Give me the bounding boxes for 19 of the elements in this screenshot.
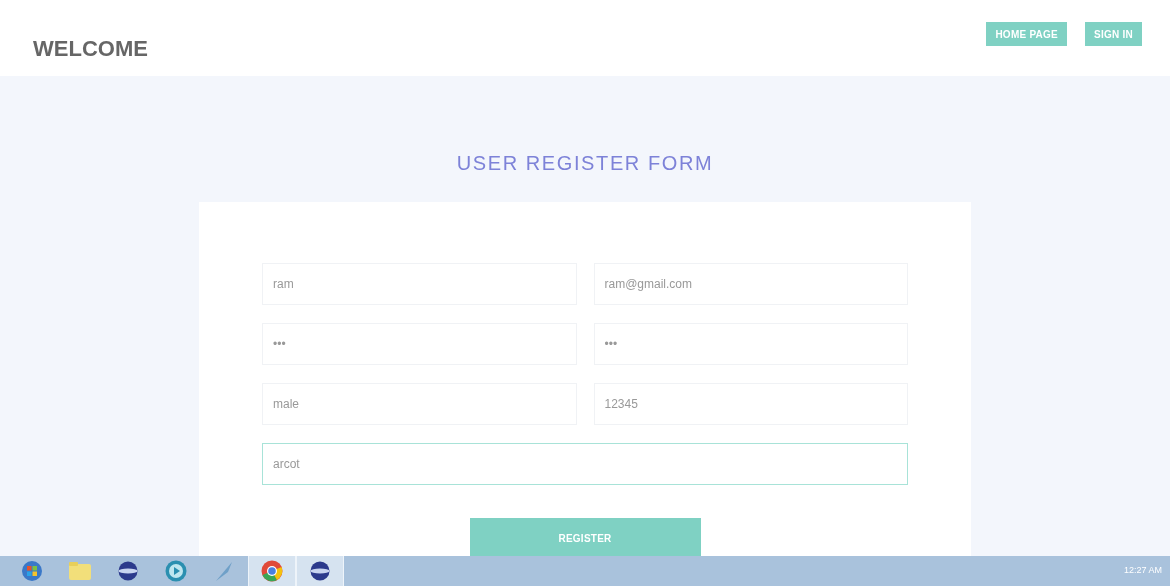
clock: 12:27 AM <box>1123 564 1162 578</box>
input-field[interactable]: ram@gmail.com <box>593 263 908 305</box>
input-field[interactable]: ram <box>262 263 577 305</box>
globe-icon[interactable] <box>310 561 330 581</box>
nav-button[interactable]: HOME PAGE <box>986 22 1067 46</box>
page-title: WELCOME <box>33 35 148 63</box>
form-title: USER REGISTER FORM <box>456 151 714 176</box>
register-button[interactable]: REGISTER <box>469 518 701 556</box>
taskbar-item[interactable] <box>296 556 344 586</box>
globe-icon[interactable] <box>118 561 138 581</box>
start-icon[interactable] <box>21 560 43 582</box>
input-field[interactable]: ••• <box>262 323 577 365</box>
browser-icon[interactable] <box>261 560 283 582</box>
input-field[interactable]: male <box>262 383 577 425</box>
input-field[interactable]: ••• <box>593 323 908 365</box>
input-field[interactable]: arcot <box>262 443 908 485</box>
nav-button[interactable]: SIGN IN <box>1085 22 1142 46</box>
play-icon[interactable] <box>165 560 187 582</box>
input-field[interactable]: 12345 <box>593 383 908 425</box>
